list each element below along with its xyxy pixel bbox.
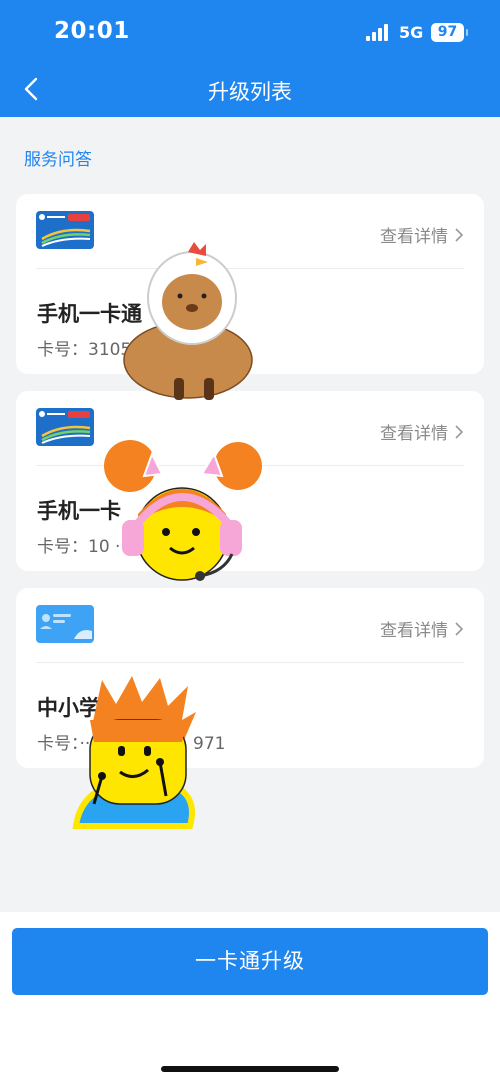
battery-icon: 97 [431, 23, 468, 42]
bottom-bar: 一卡通升级 [0, 912, 500, 1082]
transit-card-logo [36, 211, 94, 249]
status-time: 20:01 [54, 18, 130, 44]
card-number-label: 卡号： [37, 537, 88, 557]
student-card-logo [36, 605, 94, 643]
view-details-label: 查看详情 [380, 424, 448, 444]
boy-sticker [72, 676, 212, 836]
girl-headset-sticker [100, 436, 264, 586]
chevron-right-icon [455, 621, 464, 636]
status-bar: 20:01 5G 97 [0, 0, 500, 66]
view-details-link[interactable]: 查看详情 [380, 419, 464, 444]
chevron-right-icon [455, 424, 464, 439]
view-details-link[interactable]: 查看详情 [380, 222, 464, 247]
capybara-sticker [118, 238, 258, 403]
page-title: 升级列表 [208, 80, 292, 104]
view-details-link[interactable]: 查看详情 [380, 616, 464, 641]
app-header: 20:01 5G 97 升级列表 [0, 0, 500, 117]
view-details-label: 查看详情 [380, 227, 448, 247]
home-indicator[interactable] [161, 1066, 339, 1072]
chevron-right-icon [455, 227, 464, 242]
upgrade-button[interactable]: 一卡通升级 [12, 928, 488, 995]
nav-bar: 升级列表 [0, 66, 500, 117]
card-number-label: 卡号： [37, 340, 88, 360]
network-type: 5G [399, 23, 424, 42]
view-details-label: 查看详情 [380, 621, 448, 641]
divider [36, 662, 464, 663]
faq-link[interactable]: 服务问答 [24, 145, 92, 170]
transit-card-logo [36, 408, 94, 446]
signal-icon [366, 24, 392, 41]
